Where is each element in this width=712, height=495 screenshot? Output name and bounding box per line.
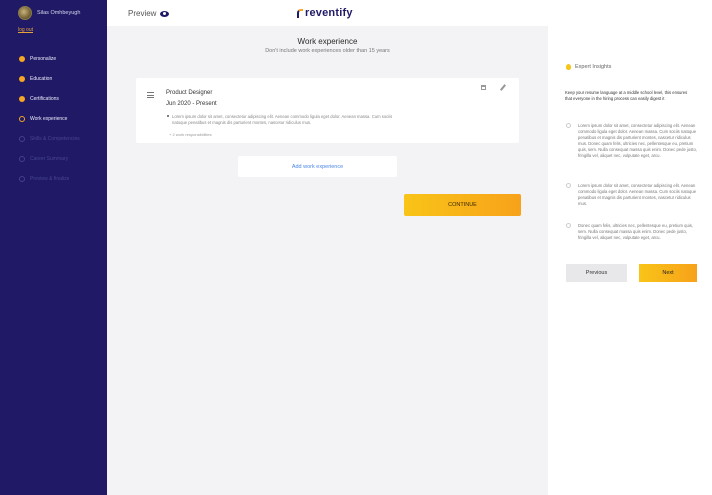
step-complete-icon (19, 76, 25, 82)
more-responsibilities-toggle[interactable]: + 2 work responsibilities (169, 132, 212, 137)
step-career-summary[interactable]: Career Summary (19, 149, 80, 169)
step-education[interactable]: Education (19, 69, 80, 89)
step-label: Personalize (30, 56, 57, 62)
insights-title: Expert Insights (575, 64, 612, 70)
radio-icon[interactable] (566, 223, 571, 228)
job-title: Product Designer (166, 90, 213, 96)
step-work-experience[interactable]: Work experience (19, 109, 80, 129)
step-preview-finalize[interactable]: Preview & finalize (19, 169, 80, 189)
insights-intro: Keep your resume language at a middle sc… (565, 90, 688, 101)
step-list: Personalize Education Certifications Wor… (19, 49, 80, 189)
bullet-icon (167, 115, 169, 117)
logout-link[interactable]: log out (18, 27, 33, 33)
next-button[interactable]: Next (639, 264, 697, 282)
step-label: Work experience (30, 116, 68, 122)
sidebar: Silas Omhbeyugh log out Personalize Educ… (0, 0, 107, 495)
step-complete-icon (19, 56, 25, 62)
insights-header: Expert Insights (566, 64, 611, 70)
step-current-icon (19, 116, 25, 122)
radio-icon[interactable] (566, 183, 571, 188)
step-complete-icon (19, 96, 25, 102)
previous-button[interactable]: Previous (566, 264, 627, 282)
step-label: Education (30, 76, 53, 82)
logo-icon (297, 8, 303, 18)
step-label: Certifications (30, 96, 59, 102)
step-label: Preview & finalize (30, 176, 70, 182)
add-work-experience-button[interactable]: Add work experience (238, 156, 397, 177)
user-profile[interactable]: Silas Omhbeyugh (18, 6, 80, 20)
eye-icon (160, 10, 170, 17)
radio-icon[interactable] (566, 123, 571, 128)
step-pending-icon (19, 176, 25, 182)
main-content: Work experience Don't include work exper… (107, 26, 548, 495)
insight-tip[interactable]: Lorem ipsum dolor sit amet, consectetur … (566, 183, 698, 207)
step-skills[interactable]: Skills & Competencies (19, 129, 80, 149)
brand-name: reventify (305, 7, 353, 19)
job-dates: Jun 2020 - Present (166, 101, 217, 107)
step-label: Career Summary (30, 156, 69, 162)
page-title: Work experience (297, 37, 358, 46)
user-name: Silas Omhbeyugh (37, 10, 81, 16)
trash-icon[interactable] (481, 85, 486, 90)
preview-button[interactable]: Preview (128, 9, 170, 18)
pencil-icon[interactable] (499, 84, 507, 91)
top-bar: Preview reventify (107, 0, 712, 26)
insight-tip[interactable]: Donec quam felis, ultricies nec, pellent… (566, 223, 698, 241)
brand-logo: reventify (297, 7, 353, 19)
drag-handle-icon[interactable] (147, 92, 154, 100)
tip-text: Lorem ipsum dolor sit amet, consectetur … (578, 183, 697, 206)
insight-tip[interactable]: Lorem ipsum dolor sit amet, consectetur … (566, 123, 698, 159)
step-pending-icon (19, 136, 25, 142)
step-personalize[interactable]: Personalize (19, 49, 80, 69)
avatar[interactable] (18, 6, 32, 20)
step-pending-icon (19, 156, 25, 162)
preview-label: Preview (128, 9, 157, 18)
tip-text: Lorem ipsum dolor sit amet, consectetur … (578, 123, 697, 158)
expert-insights-panel: Expert Insights Keep your resume languag… (548, 26, 712, 495)
work-experience-card[interactable]: Product Designer Jun 2020 - Present Lore… (136, 78, 519, 143)
step-certifications[interactable]: Certifications (19, 89, 80, 109)
tip-text: Donec quam felis, ultricies nec, pellent… (578, 223, 693, 240)
responsibility-text: Lorem ipsum dolor sit amet, consectetur … (172, 114, 393, 125)
page-subtitle: Don't include work experiences older tha… (265, 48, 390, 54)
lightbulb-icon (566, 64, 571, 70)
continue-button[interactable]: CONTINUE (404, 194, 521, 216)
step-label: Skills & Competencies (30, 136, 80, 142)
